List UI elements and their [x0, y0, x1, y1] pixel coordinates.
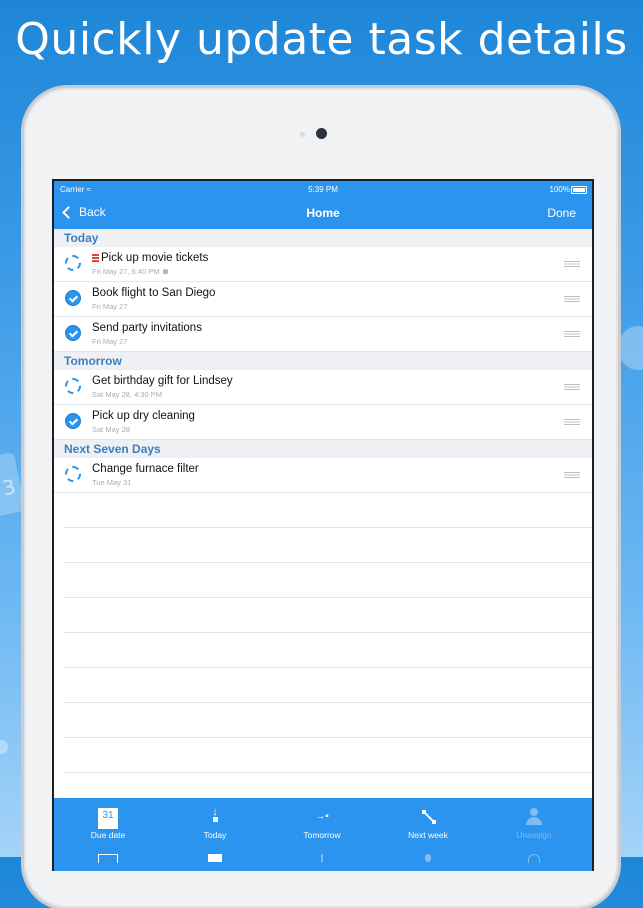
- bottom-toolbar: 31 Due date ↓ Today →▪ Tomorrow Next wee…: [54, 798, 592, 871]
- top-bar: Carrier ≈ 5:39 PM 100% Back Home Done: [54, 181, 592, 229]
- task-row[interactable]: Send party invitations Fri May 27: [54, 317, 592, 352]
- status-battery-text: 100%: [549, 185, 570, 194]
- task-date: Tue May 31: [92, 478, 132, 487]
- incomplete-checkbox[interactable]: [65, 378, 81, 394]
- unassign-button[interactable]: Unassign: [494, 808, 574, 840]
- empty-row: [64, 598, 592, 633]
- camera: [316, 128, 327, 139]
- task-row[interactable]: Book flight to San Diego Fri May 27: [54, 282, 592, 317]
- section-header-tomorrow: Tomorrow: [54, 352, 592, 370]
- completed-checkbox[interactable]: [65, 325, 81, 341]
- completed-checkbox[interactable]: [65, 290, 81, 306]
- incomplete-checkbox[interactable]: [65, 255, 81, 271]
- task-title: Get birthday gift for Lindsey: [92, 375, 233, 387]
- empty-row: [64, 668, 592, 703]
- empty-row: [64, 493, 592, 528]
- calendar-icon: 31: [98, 808, 118, 829]
- reorder-handle-icon[interactable]: [564, 296, 580, 302]
- page-title: Home: [306, 206, 340, 220]
- task-row[interactable]: Pick up movie tickets Fri May 27, 6:40 P…: [54, 247, 592, 282]
- tomorrow-label: Tomorrow: [303, 830, 341, 840]
- alarm-bell-icon: [162, 269, 168, 274]
- task-title: Change furnace filter: [92, 463, 199, 475]
- headline: Quickly update task details: [15, 14, 628, 65]
- today-label: Today: [203, 830, 227, 840]
- avatar-decoration-icon: [618, 326, 643, 370]
- task-title: Pick up dry cleaning: [92, 410, 195, 422]
- empty-row: [64, 633, 592, 668]
- search-icon[interactable]: [494, 854, 574, 863]
- task-row[interactable]: Get birthday gift for Lindsey Sat May 28…: [54, 370, 592, 405]
- incomplete-checkbox[interactable]: [65, 466, 81, 482]
- empty-row: [64, 738, 592, 773]
- calendar-icon[interactable]: [68, 854, 148, 863]
- task-date: Sat May 28: [92, 425, 130, 434]
- task-date: Fri May 27: [92, 302, 128, 311]
- next-week-label: Next week: [408, 830, 448, 840]
- unassign-person-icon: [526, 808, 542, 826]
- app-screen: Carrier ≈ 5:39 PM 100% Back Home Done Tod…: [52, 179, 594, 871]
- due-date-label: Due date: [90, 830, 126, 840]
- task-list: Today Pick up movie tickets Fri May 27, …: [54, 229, 592, 773]
- task-title: Book flight to San Diego: [92, 287, 216, 299]
- task-date: Fri May 27: [92, 337, 128, 346]
- reorder-handle-icon[interactable]: [564, 384, 580, 390]
- task-date: Fri May 27, 6:40 PM: [92, 267, 160, 276]
- reorder-handle-icon[interactable]: [564, 261, 580, 267]
- task-row[interactable]: Change furnace filter Tue May 31: [54, 458, 592, 493]
- decoration-dot: [0, 740, 8, 754]
- priority-icon: [92, 254, 99, 262]
- arrow-down-icon[interactable]: [282, 854, 362, 862]
- person-icon[interactable]: [388, 854, 468, 862]
- empty-row: [64, 563, 592, 598]
- reorder-handle-icon[interactable]: [564, 472, 580, 478]
- tomorrow-button[interactable]: →▪ Tomorrow: [282, 808, 362, 840]
- section-header-today: Today: [54, 229, 592, 247]
- reorder-handle-icon[interactable]: [564, 419, 580, 425]
- battery-icon: [571, 186, 587, 194]
- due-date-button[interactable]: 31 Due date: [68, 808, 148, 840]
- sensor: [300, 132, 305, 137]
- next-week-button[interactable]: Next week: [388, 808, 468, 840]
- task-title: Send party invitations: [92, 322, 202, 334]
- task-title: Pick up movie tickets: [101, 252, 209, 264]
- status-time: 5:39 PM: [308, 185, 338, 194]
- reorder-handle-icon[interactable]: [564, 331, 580, 337]
- done-button[interactable]: Done: [547, 206, 576, 220]
- unassign-label: Unassign: [516, 830, 552, 840]
- today-button[interactable]: ↓ Today: [175, 807, 255, 841]
- diagonal-arrow-icon: [388, 808, 468, 826]
- task-row[interactable]: Pick up dry cleaning Sat May 28: [54, 405, 592, 440]
- section-header-next-seven-days: Next Seven Days: [54, 440, 592, 458]
- empty-row: [64, 528, 592, 563]
- task-date: Sat May 28, 4:30 PM: [92, 390, 163, 399]
- arrow-right-to-box-icon: →▪: [315, 811, 329, 822]
- calendar-decoration-icon: 3: [0, 451, 26, 519]
- arrow-down-to-box-icon: ↓: [175, 807, 255, 826]
- empty-row: [64, 703, 592, 738]
- notes-icon[interactable]: [175, 854, 255, 862]
- completed-checkbox[interactable]: [65, 413, 81, 429]
